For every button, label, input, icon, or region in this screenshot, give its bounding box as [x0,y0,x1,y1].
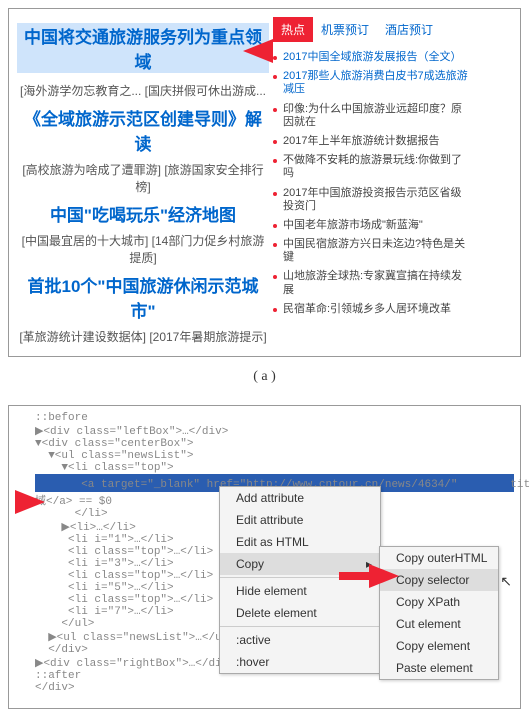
arrow-icon [15,490,45,514]
list-item[interactable]: 山地旅游全球热:专家冀宣搞在持续发展 [273,267,469,299]
headline-2[interactable]: 《全域旅游示范区创建导则》解读 [17,105,269,155]
arrow-icon [369,564,429,588]
menu-cut-element[interactable]: Cut element [380,613,498,635]
menu-copy-xpath[interactable]: Copy XPath [380,591,498,613]
figure-a: 中国将交通旅游服务列为重点领域 [海外游学勿忘教育之... [国庆拼假可休出游成… [8,8,521,357]
tab-hot[interactable]: 热点 [273,17,313,42]
list-item[interactable]: 印像:为什么中国旅游业远超印度？原因就在 [273,100,469,132]
figure-b: ::before ▶<div class="leftBox">…</div> ▼… [8,405,521,709]
code-line[interactable]: ▶<div class="leftBox">…</div> [35,424,514,438]
tabs: 热点 机票预订 酒店预订 [273,17,469,42]
right-column: 热点 机票预订 酒店预订 2017中国全域旅游发展报告（全文） 2017那些人旅… [273,17,469,348]
list-item[interactable]: 民宿革命:引领城乡多人居环境改革 [273,300,469,319]
list-item[interactable]: 2017年中国旅游投资报告示范区省级投资门 [273,184,469,216]
code-line[interactable]: ▼<ul class="newsList"> [35,450,514,462]
code-line: ::before [35,412,514,424]
list-item[interactable]: 不做降不安耗的旅游景玩线:你做到了吗 [273,151,469,183]
news-list: 2017中国全域旅游发展报告（全文） 2017那些人旅游消费白皮书7成选旅游减压… [273,48,469,319]
list-item[interactable]: 中国民宿旅游方兴日未迄边?特色是关键 [273,235,469,267]
sublinks-2[interactable]: [高校旅游为啥成了遭罪游] [旅游国家安全排行榜] [17,161,269,195]
list-item[interactable]: 2017年上半年旅游统计数据报告 [273,132,469,151]
code-line[interactable]: ▼<li class="top"> [35,462,514,474]
caption-a: ( a ) [0,365,529,397]
menu-edit-html[interactable]: Edit as HTML [220,531,380,553]
menu-add-attribute[interactable]: Add attribute [220,487,380,509]
menu-copy-element[interactable]: Copy element [380,635,498,657]
sublinks-3[interactable]: [中国最宜居的十大城市] [14部门力促乡村旅游提质] [17,232,269,266]
menu-edit-attribute[interactable]: Edit attribute [220,509,380,531]
tab-hotel[interactable]: 酒店预订 [377,17,441,42]
code-line: </div> [35,682,514,694]
main-headline[interactable]: 中国将交通旅游服务列为重点领域 [17,23,269,73]
left-column: 中国将交通旅游服务列为重点领域 [海外游学勿忘教育之... [国庆拼假可休出游成… [17,17,269,348]
menu-active[interactable]: :active [220,629,380,651]
arrow-icon [243,39,273,63]
cursor-icon: ↖ [500,573,512,590]
sublinks-1[interactable]: [海外游学勿忘教育之... [国庆拼假可休出游成... [17,82,269,99]
menu-hover[interactable]: :hover [220,651,380,673]
tab-flight[interactable]: 机票预订 [313,17,377,42]
sublinks-4[interactable]: [革旅游统计建设数据体] [2017年暑期旅游提示] [17,328,269,345]
context-menu: Add attribute Edit attribute Edit as HTM… [219,486,381,674]
list-item[interactable]: 中国老年旅游市场成"新蓝海" [273,216,469,235]
headline-3[interactable]: 中国"吃喝玩乐"经济地图 [17,201,269,226]
devtools-panel: ::before ▶<div class="leftBox">…</div> ▼… [9,406,520,708]
menu-paste-element[interactable]: Paste element [380,657,498,679]
menu-separator [220,626,380,627]
menu-hide-element[interactable]: Hide element [220,580,380,602]
list-item[interactable]: 2017中国全域旅游发展报告（全文） [273,48,469,67]
code-line[interactable]: ▼<div class="centerBox"> [35,438,514,450]
headline-4[interactable]: 首批10个"中国旅游休闲示范城市" [17,272,269,322]
list-item[interactable]: 2017那些人旅游消费白皮书7成选旅游减压 [273,67,469,99]
menu-delete-element[interactable]: Delete element [220,602,380,624]
